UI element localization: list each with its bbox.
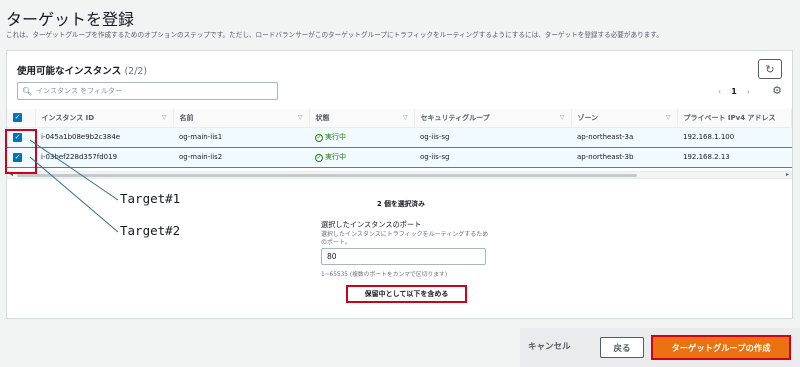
instance-state: ✓ 実行中: [309, 126, 414, 148]
port-description: 選択したインスタンスにトラフィックをルーティングするためのポート。: [321, 231, 489, 246]
horizontal-scrollbar[interactable]: ◂ ▸: [7, 171, 792, 179]
instance-filter-input[interactable]: 🔍︎ インスタンス をフィルター: [17, 82, 278, 100]
chevron-right-icon[interactable]: ›: [747, 87, 750, 96]
search-icon: 🔍︎: [22, 86, 33, 96]
cancel-button[interactable]: キャンセル: [528, 340, 571, 352]
sort-icon: ▽: [161, 114, 167, 121]
available-instances-panel: 使用可能なインスタンス (2/2) ↻ 🔍︎ インスタンス をフィルター ‹ 1…: [6, 50, 793, 319]
column-instance-id[interactable]: インスタンス ID ▽: [35, 109, 174, 128]
panel-header: 使用可能なインスタンス (2/2): [17, 63, 147, 77]
instances-table: ✓ インスタンス ID ▽ 名前 ▽ 状態 ▽ セキュリティグループ ▽ ゾーン ▽ プラ…: [7, 109, 792, 168]
chevron-left-icon[interactable]: ‹: [718, 87, 721, 96]
filter-placeholder: インスタンス をフィルター: [36, 87, 122, 95]
private-ip: 192.168.2.13: [677, 146, 792, 168]
panel-title: 使用可能なインスタンス: [17, 66, 122, 77]
refresh-button[interactable]: ↻: [758, 59, 782, 79]
selection-summary: 2 個を選択済み: [377, 200, 425, 208]
security-group: og-iis-sg: [414, 146, 571, 168]
instance-name: og-main-iis2: [173, 146, 309, 168]
instance-id: i-03bef228d357fd019: [35, 146, 173, 168]
zone: ap-northeast-3a: [571, 126, 677, 148]
sort-icon: ▽: [665, 114, 671, 121]
column-private-ip[interactable]: プライベート IPv4 アドレス: [677, 109, 792, 128]
select-all-checkbox[interactable]: ✓: [13, 113, 22, 123]
page-title: ターゲットを登録: [6, 10, 135, 29]
sort-icon: ▽: [297, 114, 303, 121]
checkbox-highlight-box: [5, 129, 37, 174]
instance-count: (2/2): [124, 66, 148, 77]
port-input[interactable]: 80: [321, 248, 486, 265]
column-state[interactable]: 状態 ▽: [309, 109, 415, 128]
private-ip: 192.168.1.100: [677, 126, 792, 148]
select-all-header[interactable]: ✓: [7, 109, 36, 128]
create-target-group-button[interactable]: ターゲットグループの作成: [651, 335, 791, 360]
column-security-group[interactable]: セキュリティグループ ▽: [414, 109, 572, 128]
page-description: これは、ターゲットグループを作成するためのオプションのステップです。ただし、ロー…: [6, 31, 663, 39]
target1-label: Target#1: [120, 191, 181, 206]
instance-state: ✓ 実行中: [309, 146, 414, 168]
table-row[interactable]: ✓ i-045a1b08e9b2c384e og-main-iis1 ✓ 実行中 …: [7, 126, 792, 148]
include-as-pending-button[interactable]: 保留中として以下を含める: [346, 285, 467, 303]
pagination: ‹ 1 ›: [718, 87, 750, 96]
table-header-row: ✓ インスタンス ID ▽ 名前 ▽ 状態 ▽ セキュリティグループ ▽ ゾーン ▽ プラ…: [7, 109, 792, 128]
port-hint: 1~65535 (複数のポートをカンマで区切ります): [321, 272, 448, 278]
check-circle-icon: ✓: [315, 154, 323, 162]
column-name[interactable]: 名前 ▽: [173, 109, 310, 128]
zone: ap-northeast-3b: [571, 146, 677, 168]
sort-icon: ▽: [559, 114, 565, 121]
port-label: 選択したインスタンスのポート: [321, 220, 422, 229]
page-number[interactable]: 1: [731, 87, 737, 96]
security-group: og-iis-sg: [414, 126, 571, 148]
refresh-icon: ↻: [765, 62, 775, 76]
scrollbar-thumb[interactable]: [17, 174, 637, 177]
back-button[interactable]: 戻る: [600, 337, 644, 358]
column-zone[interactable]: ゾーン ▽: [571, 109, 678, 128]
instance-id: i-045a1b08e9b2c384e: [35, 126, 173, 148]
target2-label: Target#2: [120, 223, 181, 238]
instance-name: og-main-iis1: [173, 126, 309, 148]
table-row[interactable]: ✓ i-03bef228d357fd019 og-main-iis2 ✓ 実行中 …: [7, 146, 792, 168]
gear-icon[interactable]: ⚙: [772, 84, 782, 97]
check-circle-icon: ✓: [315, 134, 323, 142]
scroll-right-icon[interactable]: ▸: [786, 171, 789, 178]
sort-icon: ▽: [402, 114, 408, 121]
